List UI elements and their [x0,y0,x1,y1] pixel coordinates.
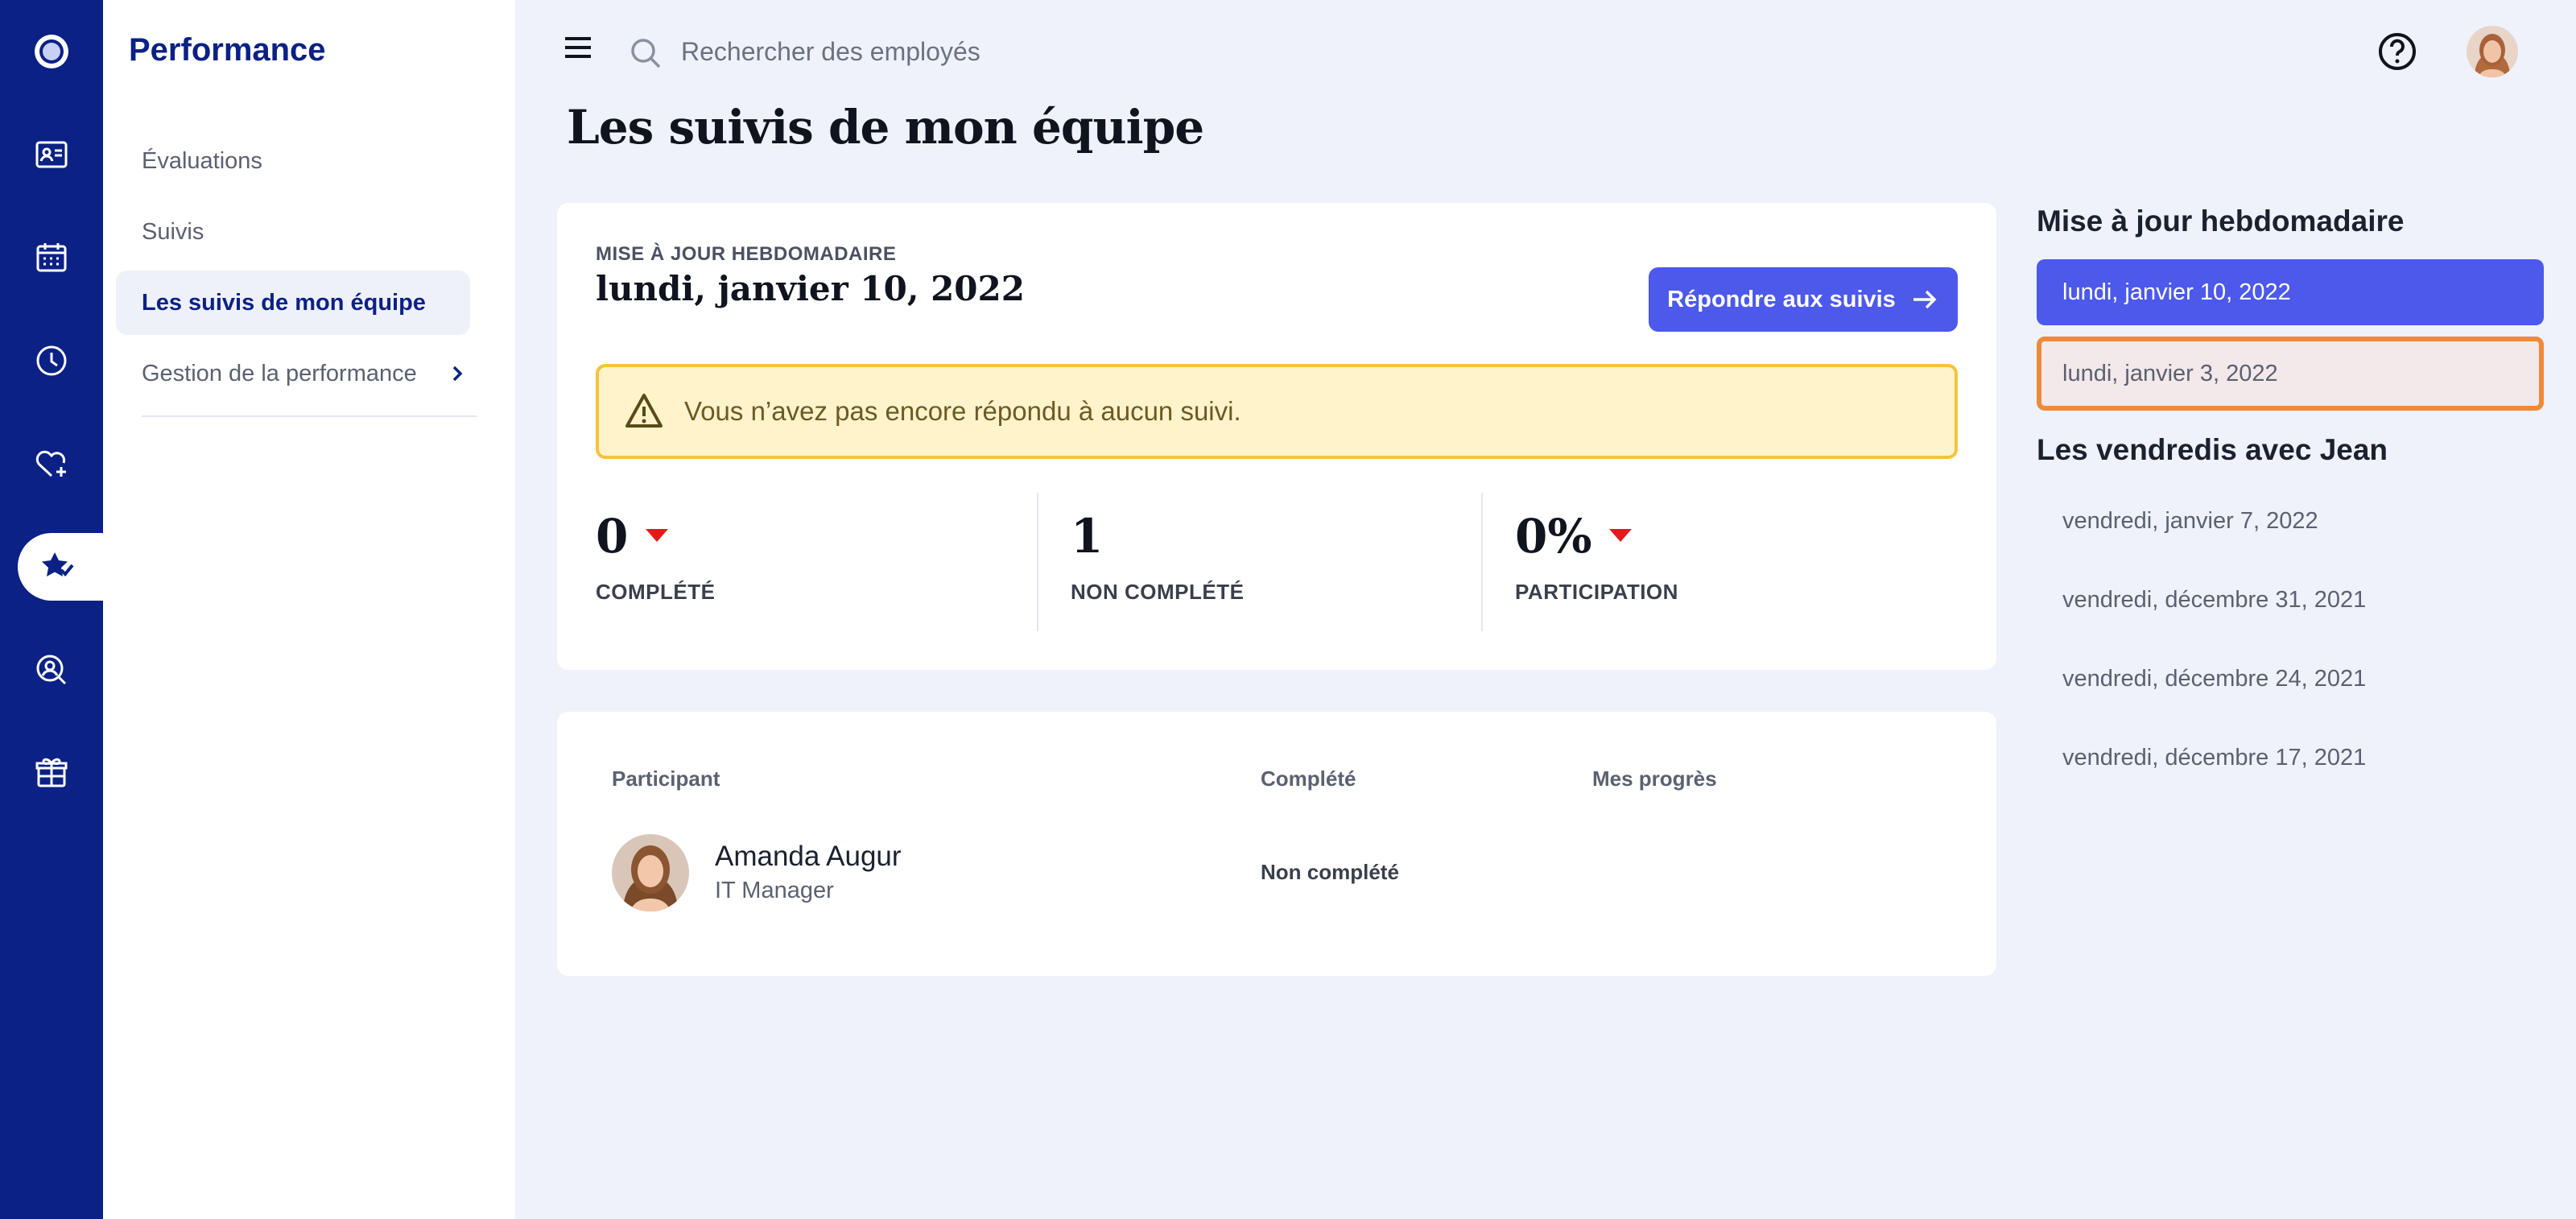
card-date: lundi, janvier 10, 2022 [596,269,1025,308]
subnav-item-label: Gestion de la performance [142,360,417,386]
subnav-item-performance-management[interactable]: Gestion de la performance [116,341,470,406]
weekly-heading: Mise à jour hebdomadaire [2037,205,2405,238]
column-header-completed: Complété [1261,767,1356,791]
subnav-item-team-followups[interactable]: Les suivis de mon équipe [116,271,470,335]
chevron-right-icon [452,366,463,382]
trend-down-icon [1609,529,1633,542]
app-rail [0,0,103,1219]
id-card-icon[interactable] [26,129,77,180]
respond-button-label: Répondre aux suivis [1667,286,1896,312]
date-label: vendredi, décembre 17, 2021 [2062,744,2367,771]
warning-alert: Vous n’avez pas encore répondu à aucun s… [596,364,1958,459]
stat-value: 0 [596,509,669,564]
search-input[interactable] [681,29,1245,74]
stat-value: 1 [1071,509,1104,564]
weekly-date-item[interactable]: lundi, janvier 3, 2022 [2037,337,2544,411]
participants-card: Participant Complété Mes progrès Amanda … [557,712,1996,976]
stat-participation: 0% PARTICIPATION [1515,493,1918,631]
search-icon [631,39,661,68]
friday-date-item[interactable]: vendredi, décembre 24, 2021 [2037,646,2544,712]
page-title: Les suivis de mon équipe [567,100,1204,155]
participant-name: Amanda Augur [715,841,902,872]
search-user-icon[interactable] [26,644,77,696]
participant-role: IT Manager [715,878,834,903]
friday-date-item[interactable]: vendredi, décembre 17, 2021 [2037,725,2544,791]
user-avatar[interactable] [2467,26,2518,77]
logo-icon[interactable] [26,26,77,77]
star-check-icon[interactable] [31,541,82,593]
heart-plus-icon[interactable] [26,438,77,490]
section-sidebar: Performance Évaluations Suivis Les suivi… [103,0,515,1219]
date-label: vendredi, décembre 24, 2021 [2062,665,2367,692]
stat-divider [1037,493,1038,631]
date-label: lundi, janvier 3, 2022 [2062,360,2278,386]
stat-value: 0% [1515,509,1633,564]
trend-down-icon [646,529,669,542]
stat-not-completed: 1 NON COMPLÉTÉ [1071,493,1473,631]
subnav-item-label: Les suivis de mon équipe [142,289,426,316]
card-overline: MISE À JOUR HEBDOMADAIRE [596,243,897,265]
alert-text: Vous n’avez pas encore répondu à aucun s… [684,396,1241,426]
calendar-icon[interactable] [26,232,77,283]
column-header-participant: Participant [612,767,720,791]
gift-icon[interactable] [26,747,77,799]
participant-avatar [612,834,689,911]
weekly-date-item[interactable]: lundi, janvier 10, 2022 [2037,259,2544,325]
arrow-right-icon [1913,290,1937,309]
stat-label: COMPLÉTÉ [596,580,716,604]
friday-date-item[interactable]: vendredi, décembre 31, 2021 [2037,567,2544,633]
stat-label: PARTICIPATION [1515,580,1678,604]
weekly-summary-card: MISE À JOUR HEBDOMADAIRE lundi, janvier … [557,203,1996,670]
subnav-item-suivis[interactable]: Suivis [116,200,470,264]
subnav-item-evaluations[interactable]: Évaluations [116,129,470,193]
completion-status: Non complété [1261,860,1399,884]
stat-label: NON COMPLÉTÉ [1071,580,1245,604]
warning-icon [625,394,663,428]
friday-heading: Les vendredis avec Jean [2037,433,2388,466]
column-header-progress: Mes progrès [1592,767,1717,791]
subnav-item-label: Suivis [142,218,204,245]
date-label: vendredi, janvier 7, 2022 [2062,507,2318,534]
date-label: lundi, janvier 10, 2022 [2062,279,2291,305]
stat-completed: 0 COMPLÉTÉ [596,493,998,631]
menu-icon[interactable] [564,35,592,60]
help-icon[interactable] [2376,31,2418,72]
stat-divider [1481,493,1483,631]
friday-date-item[interactable]: vendredi, janvier 7, 2022 [2037,488,2544,554]
date-label: vendredi, décembre 31, 2021 [2062,586,2367,613]
subnav-divider [142,415,477,417]
section-title: Performance [129,32,326,68]
subnav-item-label: Évaluations [142,147,262,174]
clock-icon[interactable] [26,335,77,386]
respond-button[interactable]: Répondre aux suivis [1649,267,1958,332]
